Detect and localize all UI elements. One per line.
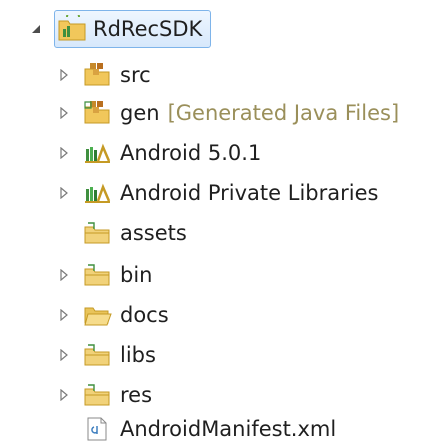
tree-item-src[interactable]: src	[56, 56, 151, 94]
tree-item-label: AndroidManifest.xml	[120, 417, 337, 441]
tree-item-label: Android Private Libraries	[120, 181, 379, 205]
xml-file-icon	[82, 415, 112, 443]
selected-tree-item[interactable]: RdRecSDK	[54, 10, 212, 48]
tree-root-rdrecsdk[interactable]: RdRecSDK	[28, 10, 212, 48]
tree-item-docs[interactable]: docs	[56, 296, 169, 334]
tree-item-label: libs	[120, 343, 156, 367]
tree-item-decoration: [Generated Java Files]	[167, 101, 400, 125]
folder-icon	[82, 341, 112, 369]
tree-item-label: Android 5.0.1	[120, 141, 262, 165]
tree-item-label: assets	[120, 221, 187, 245]
tree-item-label: RdRecSDK	[93, 17, 203, 41]
collapse-triangle-icon[interactable]	[28, 21, 44, 37]
expand-triangle-icon[interactable]	[56, 307, 72, 323]
expand-triangle-icon[interactable]	[56, 145, 72, 161]
expand-triangle-icon[interactable]	[56, 67, 72, 83]
android-project-icon	[57, 15, 87, 43]
expand-triangle-icon[interactable]	[56, 387, 72, 403]
expand-triangle-icon[interactable]	[56, 105, 72, 121]
folder-icon	[82, 261, 112, 289]
generated-source-folder-icon	[82, 99, 112, 127]
tree-item-bin[interactable]: bin	[56, 256, 152, 294]
tree-item-gen[interactable]: gen [Generated Java Files]	[56, 94, 399, 132]
expand-triangle-icon[interactable]	[56, 185, 72, 201]
folder-icon	[82, 381, 112, 409]
tree-item-android-5-0-1[interactable]: Android 5.0.1	[56, 134, 261, 172]
tree-item-assets[interactable]: assets	[56, 214, 187, 252]
folder-icon	[82, 219, 112, 247]
expand-triangle-icon[interactable]	[56, 267, 72, 283]
tree-item-res[interactable]: res	[56, 376, 152, 414]
library-container-icon	[82, 139, 112, 167]
open-folder-icon	[82, 301, 112, 329]
tree-item-label: docs	[120, 303, 169, 327]
tree-item-libs[interactable]: libs	[56, 336, 156, 374]
tree-item-android-private-libraries[interactable]: Android Private Libraries	[56, 174, 378, 212]
project-explorer-tree: RdRecSDK src gen [Generated Java Files] …	[0, 0, 432, 446]
tree-item-label: bin	[120, 263, 153, 287]
tree-item-label: src	[120, 63, 151, 87]
expand-triangle-icon[interactable]	[56, 347, 72, 363]
tree-item-androidmanifest-xml[interactable]: AndroidManifest.xml	[56, 410, 336, 448]
tree-item-label: gen	[120, 101, 160, 125]
tree-item-label: res	[120, 383, 153, 407]
source-package-folder-icon	[82, 61, 112, 89]
library-container-icon	[82, 179, 112, 207]
